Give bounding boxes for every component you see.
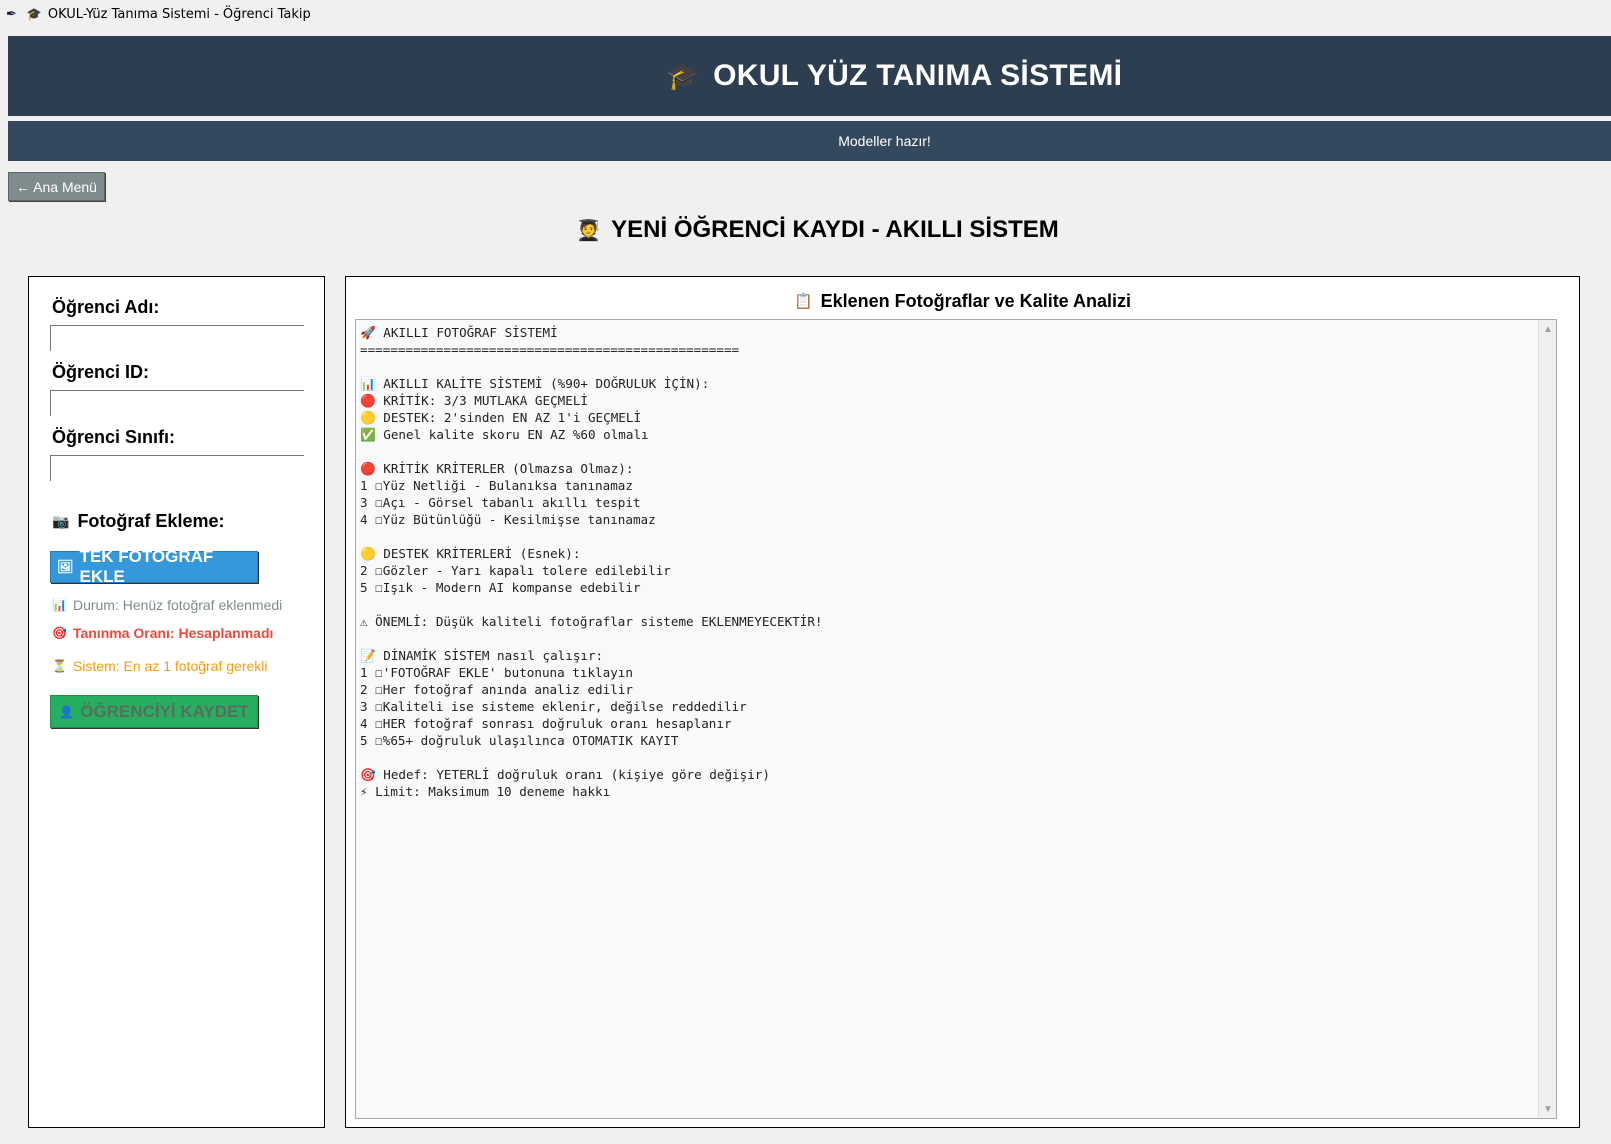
app-title: OKUL YÜZ TANIMA SİSTEMİ <box>713 59 1123 92</box>
scroll-down-arrow-icon[interactable]: ▼ <box>1539 1100 1556 1118</box>
window-titlebar: ✒ 🎓 OKUL-Yüz Tanıma Sistemi - Öğrenci Ta… <box>0 0 1611 28</box>
analysis-line: 🔴 KRİTİK: 3/3 MUTLAKA GEÇMELİ <box>360 393 588 408</box>
analysis-line <box>360 630 1534 647</box>
analysis-line: 1 ☐Yüz Netliği - Bulanıksa tanınamaz <box>360 478 633 493</box>
clipboard-icon: 📋 <box>793 293 813 310</box>
photo-status: 📊 Durum: Henüz fotoğraf eklenmedi <box>52 597 282 613</box>
page-title: 🧑‍🎓 YENİ ÖĞRENCİ KAYDI - AKILLI SİSTEM <box>0 212 1611 248</box>
analysis-text-area[interactable]: 🚀 AKILLI FOTOĞRAF SİSTEMİ ===============… <box>355 319 1557 1119</box>
system-requirement: ⏳ Sistem: En az 1 fotoğraf gerekli <box>52 658 268 674</box>
student-icon: 🧑‍🎓 <box>576 219 602 242</box>
analysis-line: 📊 AKILLI KALİTE SİSTEMİ (%90+ DOĞRULUK İ… <box>360 376 710 391</box>
analysis-line: 4 ☐Yüz Bütünlüğü - Kesilmişse tanınamaz <box>360 512 656 527</box>
add-single-photo-button[interactable]: 🖼 TEK FOTOĞRAF EKLE <box>50 547 258 586</box>
system-requirement-text: Sistem: En az 1 fotoğraf gerekli <box>72 658 268 674</box>
recognition-rate: 🎯 Tanınma Oranı: Hesaplanmadı <box>52 625 273 641</box>
target-icon: 🎯 <box>52 626 67 640</box>
analysis-line: ========================================… <box>360 342 740 357</box>
analysis-text-content: 🚀 AKILLI FOTOĞRAF SİSTEMİ ===============… <box>360 324 1534 800</box>
analysis-line: 3 ☐Açı - Görsel tabanlı akıllı tespit <box>360 495 641 510</box>
scroll-up-arrow-icon[interactable]: ▲ <box>1539 320 1556 338</box>
analysis-line: 1 ☐'FOTOĞRAF EKLE' butonuna tıklayın <box>360 665 633 680</box>
analysis-line <box>360 749 1534 766</box>
save-student-button[interactable]: 👤 ÖĞRENCİYİ KAYDET <box>50 695 258 728</box>
analysis-scrollbar[interactable]: ▲ ▼ <box>1538 320 1556 1118</box>
student-name-input[interactable] <box>50 325 304 351</box>
camera-icon: 📷 <box>52 513 70 529</box>
analysis-line: 🔴 KRİTİK KRİTERLER (Olmazsa Olmaz): <box>360 461 634 476</box>
student-id-label: Öğrenci ID: <box>52 362 150 382</box>
analysis-line: 5 ☐%65+ doğruluk ulaşılınca OTOMATIK KAY… <box>360 733 679 748</box>
analysis-line: 3 ☐Kaliteli ise sisteme eklenir, değilse… <box>360 699 747 714</box>
photo-status-text: Durum: Henüz fotoğraf eklenmedi <box>72 597 283 613</box>
analysis-line: 🟡 DESTEK: 2'sinden EN AZ 1'i GEÇMELİ <box>360 410 642 425</box>
analysis-line: ⚡ Limit: Maksimum 10 deneme hakkı <box>360 784 611 799</box>
analysis-line: 5 ☐Işık - Modern AI kompanse edebilir <box>360 580 641 595</box>
model-status-bar: Modeller hazır! <box>8 121 1611 161</box>
student-id-input[interactable] <box>50 390 304 416</box>
app-header: 🎓 OKUL YÜZ TANIMA SİSTEMİ <box>8 36 1611 116</box>
save-student-label: ÖĞRENCİYİ KAYDET <box>80 701 249 721</box>
student-class-label: Öğrenci Sınıfı: <box>52 427 176 447</box>
recognition-rate-text: Tanınma Oranı: Hesaplanmadı <box>72 625 274 641</box>
page-title-text: YENİ ÖĞRENCİ KAYDI - AKILLI SİSTEM <box>611 216 1059 243</box>
analysis-line <box>360 443 1534 460</box>
student-form-panel: Öğrenci Adı: Öğrenci ID: Öğrenci Sınıfı:… <box>28 276 325 1128</box>
window-title: OKUL-Yüz Tanıma Sistemi - Öğrenci Takip <box>47 6 311 22</box>
hourglass-icon: ⏳ <box>52 659 67 673</box>
analysis-line: 📝 DİNAMİK SİSTEM nasıl çalışır: <box>360 648 604 663</box>
picture-icon: 🖼 <box>57 559 74 574</box>
analysis-line <box>360 596 1534 613</box>
analysis-line: 🟡 DESTEK KRİTERLERİ (Esnek): <box>360 546 581 561</box>
graduation-cap-icon: 🎓 <box>26 7 42 21</box>
student-class-input[interactable] <box>50 455 304 481</box>
student-name-label: Öğrenci Adı: <box>52 297 160 317</box>
back-to-main-menu-button[interactable]: ← Ana Menü <box>8 172 105 201</box>
photo-section-heading: 📷 Fotoğraf Ekleme: <box>52 511 224 532</box>
analysis-line: 4 ☐HER fotoğraf sonrası doğruluk oranı h… <box>360 716 732 731</box>
analysis-line: 🎯 Hedef: YETERLİ doğruluk oranı (kişiye … <box>360 767 770 782</box>
analysis-panel-title-text: Eklenen Fotoğraflar ve Kalite Analizi <box>820 290 1132 311</box>
feather-icon: ✒ <box>6 6 17 22</box>
analysis-line: 2 ☐Gözler - Yarı kapalı tolere edilebili… <box>360 563 671 578</box>
user-icon: 👤 <box>59 704 75 719</box>
analysis-line <box>360 358 1534 375</box>
add-single-photo-label: TEK FOTOĞRAF EKLE <box>79 547 214 586</box>
bar-chart-icon: 📊 <box>52 598 67 612</box>
analysis-line: 2 ☐Her fotoğraf anında analiz edilir <box>360 682 633 697</box>
photo-analysis-panel: 📋 Eklenen Fotoğraflar ve Kalite Analizi … <box>345 276 1580 1128</box>
photo-section-label: Fotoğraf Ekleme: <box>77 511 225 531</box>
graduation-cap-icon: 🎓 <box>666 60 700 91</box>
analysis-line: ⚠ ÖNEMLİ: Düşük kaliteli fotoğraflar sis… <box>360 614 823 629</box>
analysis-line: ✅ Genel kalite skoru EN AZ %60 olmalı <box>360 427 649 442</box>
analysis-panel-title: 📋 Eklenen Fotoğraflar ve Kalite Analizi <box>346 289 1579 313</box>
analysis-line <box>360 528 1534 545</box>
model-status-text: Modeller hazır! <box>838 133 931 149</box>
analysis-line: 🚀 AKILLI FOTOĞRAF SİSTEMİ <box>360 325 558 340</box>
